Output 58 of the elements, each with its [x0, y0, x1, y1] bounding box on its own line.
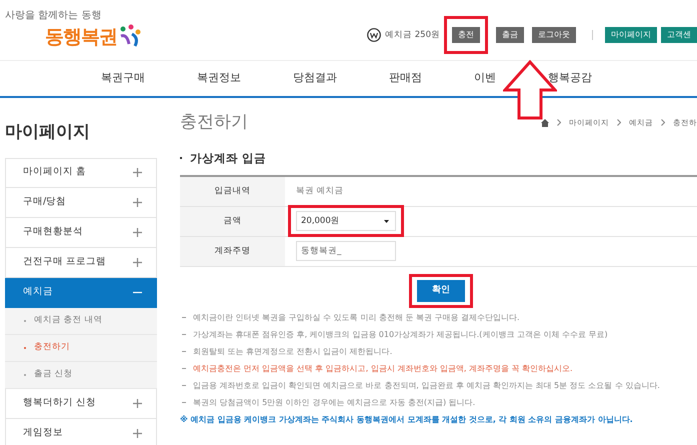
note-text: 예치금충전은 먼저 입금액을 선택 후 입금하시고, 입금시 계좌번호와 입금액, 계좌주명을 꼭 확인하십시오. [193, 362, 573, 375]
sidebar-subitem[interactable]: 출금 신청 [5, 362, 157, 388]
nav-link[interactable]: 판매점 [389, 70, 422, 87]
nav-link[interactable]: 이벤 [474, 70, 496, 87]
dash-icon [182, 350, 186, 352]
plus-icon [133, 168, 142, 177]
nav-link[interactable]: 복권구매 [101, 70, 145, 87]
plus-icon [133, 258, 142, 266]
note-text: 복권의 당첨금액이 5만원 이하인 경우에는 예치금으로 자동 충전(지급) 됩니다. [193, 396, 476, 409]
note-text: 예치금이란 인터넷 복권을 구입하실 수 있도록 미리 충전해 둔 복권 구매용 결제수단입니다. [193, 312, 520, 324]
nav-link[interactable]: 당첨결과 [293, 70, 337, 87]
site-button[interactable]: 고객센 [661, 27, 697, 43]
dash-icon [182, 334, 186, 335]
form-label: 입금내역 [180, 176, 285, 206]
wallet-icon [367, 28, 382, 42]
sidebar-subitem[interactable]: 예치금 충전 내역 [5, 308, 157, 334]
note-text: 회원탈퇴 또는 휴면계정으로 전환시 입금이 제한됩니다. [193, 346, 392, 358]
dash-icon [182, 368, 186, 369]
note-text: 입금용 계좌번호로 입금이 확인되면 예치금으로 바로 충전되며, 입금완료 후 예치금 확인까지는 최대 5분 정도 소요될 수 있습니다. [193, 380, 660, 392]
section-title: 가상계좌 입금 [190, 150, 266, 166]
form-value: 복권 예치금 [296, 184, 344, 198]
sidebar-item[interactable]: 구매/당첨 [5, 188, 157, 218]
sidebar-item[interactable]: 건전구매 프로그램 [5, 248, 157, 278]
home-icon[interactable] [541, 118, 549, 127]
nav-link[interactable]: 행복공감 [548, 70, 592, 87]
plus-icon [133, 398, 142, 408]
sidebar-item[interactable]: 마이페이지 홈 [5, 158, 157, 188]
plus-icon [133, 198, 142, 206]
form-label: 금액 [180, 206, 285, 236]
balance-text: 예치금 250원 [385, 28, 440, 42]
note-text: 가상계좌는 휴대폰 점유인증 후, 케이뱅크의 입금용 010가상계좌가 제공됩니다.(케이뱅크 고객은 이체 수수료 무료) [193, 328, 608, 341]
sidebar-title: 마이페이지 [5, 121, 91, 144]
sidebar-subitem[interactable]: 충전하기 [5, 334, 157, 362]
account-button[interactable]: 충전 [452, 27, 480, 43]
dash-icon [182, 316, 186, 318]
chevron-icon [617, 119, 621, 126]
dash-icon [182, 384, 186, 386]
amount-select[interactable]: 20,000원 [296, 211, 396, 232]
dash-icon [182, 402, 186, 403]
form-label: 계좌주명 [180, 236, 285, 266]
sidebar-item[interactable]: 게임정보 [5, 418, 157, 445]
tagline: 사랑을 함께하는 동행 [5, 9, 102, 23]
plus-icon [133, 228, 142, 236]
sidebar-item[interactable]: 예치금 [5, 278, 157, 308]
caret-icon [384, 220, 389, 223]
nav-link[interactable]: 복권정보 [197, 70, 241, 87]
page-title: 충전하기 [180, 111, 248, 134]
account-button[interactable]: 출금 [496, 27, 524, 43]
sidebar-item[interactable]: 행복더하기 신청 [5, 388, 157, 418]
chevron-icon [557, 119, 561, 126]
sidebar-item[interactable]: 구매현황분석 [5, 218, 157, 248]
note-text: ※ 예치금 입금용 케이뱅크 가상계좌는 주식회사 동행복권에서 모계좌를 개설한 것으로, 각 회원 소유의 금융계좌가 아닙니다. [180, 414, 633, 426]
plus-icon [133, 428, 142, 438]
chevron-icon [661, 119, 665, 126]
confirm-button[interactable]: 확인 [417, 280, 465, 302]
account-button[interactable]: 로그아웃 [532, 27, 576, 43]
name-input[interactable]: 동행복권_ [296, 241, 396, 262]
site-button[interactable]: 마이페이지 [605, 27, 657, 43]
